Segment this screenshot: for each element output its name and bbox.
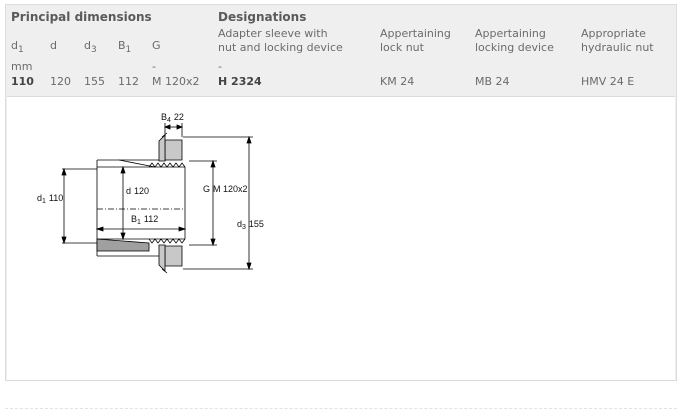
row-b1-value: 112: [118, 75, 139, 88]
product-table-panel: Principal dimensions Designations d1 d d…: [5, 4, 677, 381]
col-d: d: [50, 39, 57, 52]
row-hydraulic-nut-value: HMV 24 E: [581, 75, 635, 88]
drawing-b4-label: B4 22: [161, 112, 184, 124]
col-sleeve-line1: Adapter sleeve with: [218, 27, 328, 40]
unit-sleeve: -: [218, 60, 222, 73]
col-hydraulic-nut-line1: Appropriate: [581, 27, 646, 40]
drawing-g-label: GM 120x2: [203, 184, 248, 194]
col-d1: d1: [11, 39, 24, 55]
unit-mm: mm: [11, 60, 33, 73]
row-locking-device-value: MB 24: [475, 75, 510, 88]
col-locking-device-line2: locking device: [475, 41, 554, 54]
col-sleeve-line2: nut and locking device: [218, 41, 343, 54]
principal-dimensions-heading: Principal dimensions: [11, 10, 152, 24]
footer-divider: [5, 408, 677, 409]
adapter-sleeve-drawing: B4 22 d1 110 d 120 GM 120x2 d3 155 B1 112: [37, 112, 264, 274]
col-g: G: [152, 39, 161, 52]
col-b1: B1: [118, 39, 132, 55]
row-sleeve-value: H 2324: [218, 75, 262, 88]
row-lock-nut-value: KM 24: [380, 75, 415, 88]
row-d-value: 120: [50, 75, 71, 88]
drawing-area: B4 22 d1 110 d 120 GM 120x2 d3 155 B1 112: [7, 96, 675, 380]
drawing-d1-label: d1 110: [37, 193, 63, 205]
col-locking-device-line1: Appertaining: [475, 27, 546, 40]
row-d3-value: 155: [84, 75, 105, 88]
col-hydraulic-nut-line2: hydraulic nut: [581, 41, 654, 54]
drawing-d3-label: d3 155: [237, 219, 264, 231]
designations-heading: Designations: [218, 10, 307, 24]
row-d1-value: 110: [11, 75, 34, 88]
unit-g: -: [152, 60, 156, 73]
col-lock-nut-line1: Appertaining: [380, 27, 451, 40]
col-lock-nut-line2: lock nut: [380, 41, 424, 54]
col-d3: d3: [84, 39, 97, 55]
drawing-d-label: d 120: [126, 186, 149, 196]
drawing-b1-label: B1 112: [131, 214, 158, 226]
row-g-value: M 120x2: [152, 75, 200, 88]
